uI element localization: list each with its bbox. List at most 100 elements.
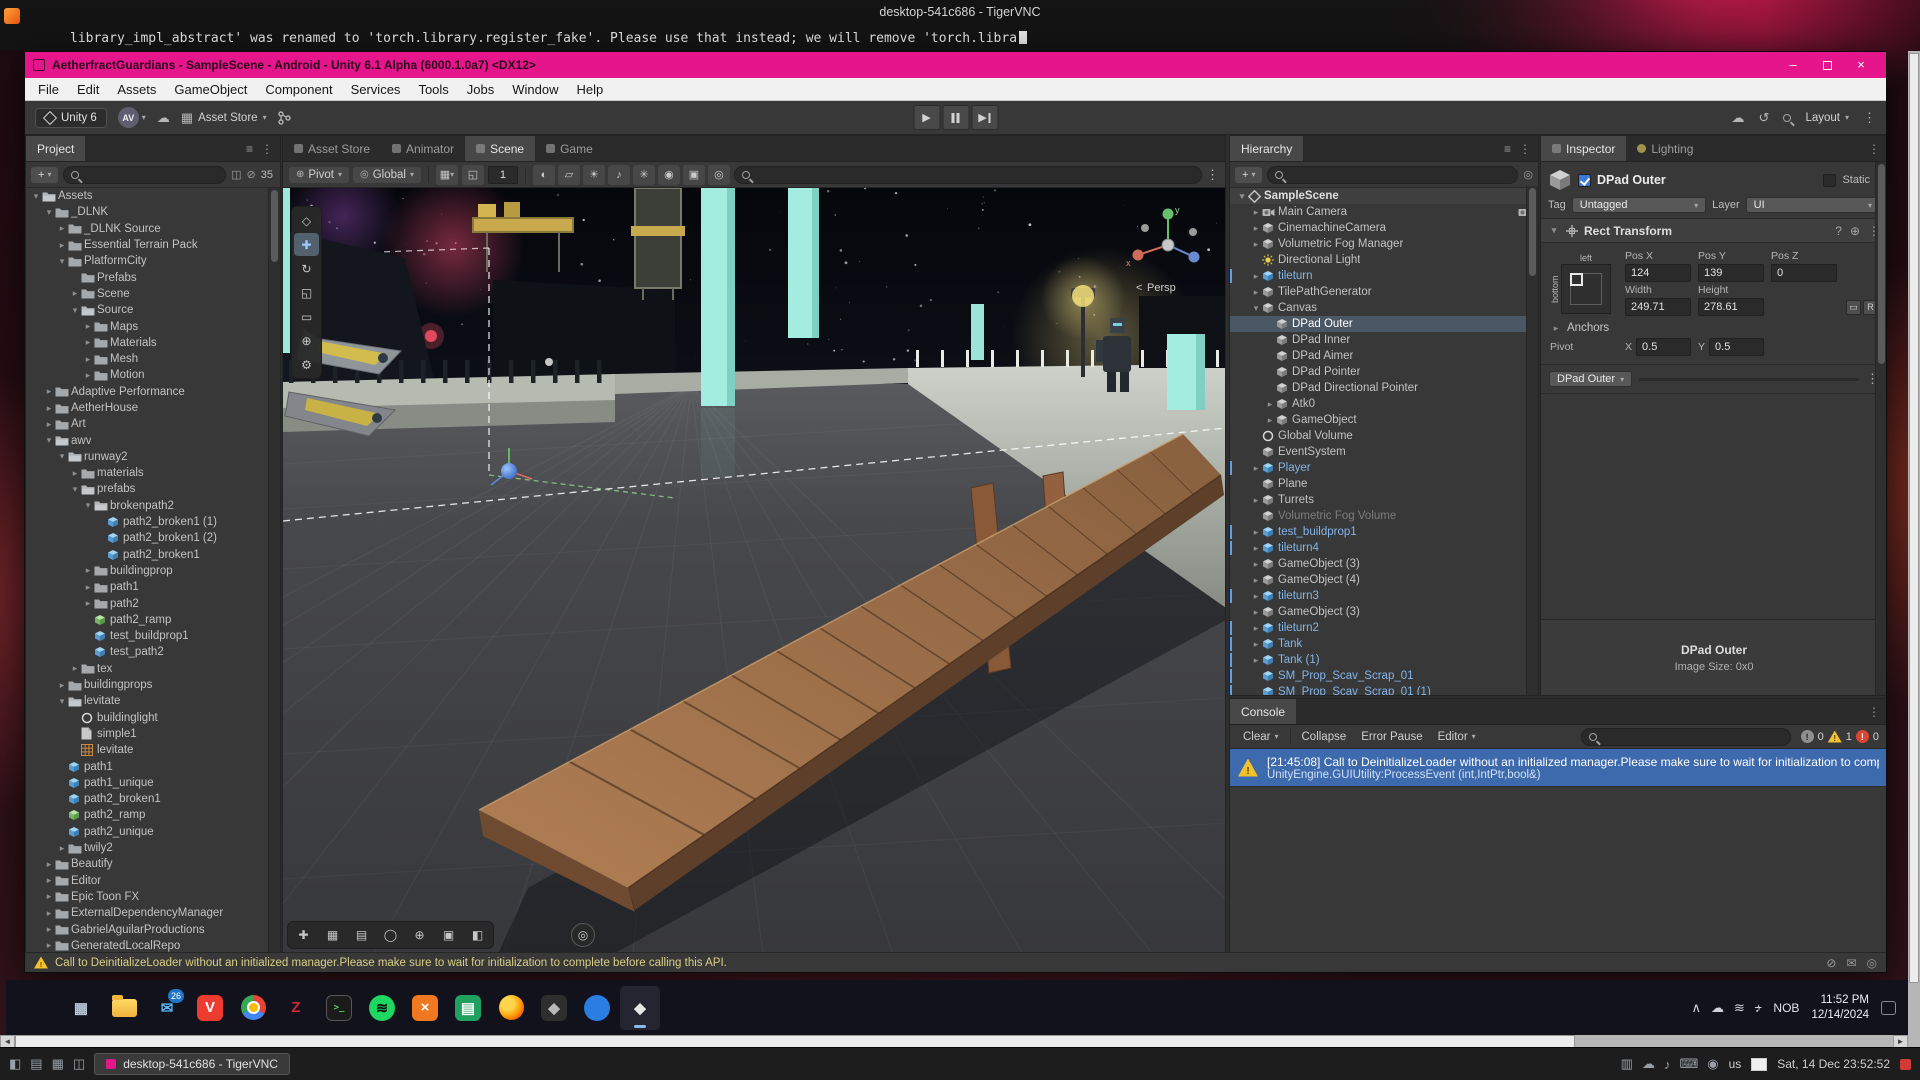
- taskbar-app-unity-hub[interactable]: ◆: [534, 986, 574, 1030]
- gizmos-icon[interactable]: ◎: [708, 165, 730, 185]
- menu-help[interactable]: Help: [568, 80, 613, 99]
- project-item-dlnk[interactable]: ▾_DLNK: [26, 204, 280, 220]
- project-item-motion[interactable]: ▸Motion: [26, 367, 280, 383]
- expand-arrow[interactable]: ▸: [1250, 623, 1262, 634]
- notification-center-icon[interactable]: [1881, 1001, 1896, 1015]
- project-item-path2-broken1[interactable]: path2_broken1: [26, 791, 280, 807]
- scrollbar-thumb[interactable]: [1909, 53, 1919, 983]
- hierarchy-item-plane[interactable]: Plane: [1230, 476, 1538, 492]
- expand-arrow[interactable]: ▸: [1250, 591, 1262, 602]
- project-item-levitate[interactable]: ▾levitate: [26, 693, 280, 709]
- keyboard-layout[interactable]: us: [1729, 1057, 1742, 1071]
- project-item-materials[interactable]: ▸materials: [26, 465, 280, 481]
- project-item-prefabs[interactable]: ▾prefabs: [26, 481, 280, 497]
- project-item-levitate[interactable]: levitate: [26, 742, 280, 758]
- hierarchy-item-volumetric-fog-volume[interactable]: Volumetric Fog Volume: [1230, 508, 1538, 524]
- move-tool[interactable]: ✚: [294, 233, 319, 256]
- network-icon[interactable]: ≋: [1734, 1000, 1745, 1016]
- workspaces-icon[interactable]: ▦: [52, 1056, 64, 1072]
- expand-arrow[interactable]: ▸: [1250, 639, 1262, 650]
- scene-viewport[interactable]: y x < Persp ◇✚↻◱▭⊕⚙ ✚▦▤◯⊕▣◧ ◎: [283, 188, 1225, 952]
- layout-overlay-tool[interactable]: ▤: [348, 924, 375, 946]
- hierarchy-item-eventsystem[interactable]: EventSystem: [1230, 444, 1538, 460]
- project-item-assets[interactable]: ▾Assets: [26, 188, 280, 204]
- object-name-field[interactable]: DPad Outer: [1597, 173, 1817, 187]
- hierarchy-item-gameobject-3[interactable]: ▸GameObject (3): [1230, 556, 1538, 572]
- expand-arrow[interactable]: ▸: [43, 859, 55, 870]
- files-icon[interactable]: ▤: [30, 1056, 42, 1072]
- project-item-test-path2[interactable]: test_path2: [26, 644, 280, 660]
- project-item-runway2[interactable]: ▾runway2: [26, 449, 280, 465]
- status-bar[interactable]: Call to DeinitializeLoader without an in…: [25, 952, 1886, 972]
- expand-arrow[interactable]: ▸: [43, 386, 55, 397]
- project-item-path2-broken1-1[interactable]: path2_broken1 (1): [26, 514, 280, 530]
- expand-arrow[interactable]: ▾: [56, 451, 68, 462]
- menu-tools[interactable]: Tools: [409, 80, 457, 99]
- project-scrollbar[interactable]: [268, 188, 280, 952]
- expand-arrow[interactable]: ▸: [1250, 527, 1262, 538]
- pos-z-field[interactable]: 0: [1771, 264, 1837, 282]
- effects-toggle-icon[interactable]: ✳: [633, 165, 655, 185]
- dpad-outer-dropdown[interactable]: DPad Outer▾: [1549, 371, 1632, 387]
- expand-arrow[interactable]: ▸: [1250, 239, 1262, 250]
- expand-arrow[interactable]: ▸: [1250, 223, 1262, 234]
- scale-tool[interactable]: ◱: [294, 281, 319, 304]
- project-item-platformcity[interactable]: ▾PlatformCity: [26, 253, 280, 269]
- project-item-essential-terrain-pack[interactable]: ▸Essential Terrain Pack: [26, 237, 280, 253]
- width-field[interactable]: 249.71: [1625, 298, 1691, 316]
- error-pause-button[interactable]: Error Pause: [1354, 729, 1429, 745]
- foldout-arrow[interactable]: ▾: [1548, 225, 1560, 236]
- project-item-gabrielaguilarproductions[interactable]: ▸GabrielAguilarProductions: [26, 921, 280, 937]
- scene-picking-icon[interactable]: ◎: [1523, 168, 1533, 181]
- tray-status-icon[interactable]: [1900, 1059, 1911, 1070]
- active-checkbox[interactable]: [1578, 174, 1591, 187]
- anchor-preset-widget[interactable]: left bottom: [1550, 253, 1618, 314]
- hierarchy-item-main-camera[interactable]: ▸Main Camera: [1230, 204, 1538, 220]
- editor-dropdown[interactable]: Editor▾: [1431, 729, 1483, 745]
- info-icon[interactable]: [1801, 730, 1814, 743]
- project-item-editor[interactable]: ▸Editor: [26, 872, 280, 888]
- expand-arrow[interactable]: ▸: [82, 337, 94, 348]
- project-search-field[interactable]: [63, 166, 226, 184]
- tab-hierarchy[interactable]: Hierarchy: [1230, 136, 1303, 161]
- move-overlay-tool[interactable]: ✚: [290, 924, 317, 946]
- menu-services[interactable]: Services: [342, 80, 410, 99]
- hierarchy-item-sm-prop-scav-scrap-01[interactable]: SM_Prop_Scav_Scrap_01: [1230, 668, 1538, 684]
- taskbar-app-blue-app[interactable]: [577, 986, 617, 1030]
- search-input[interactable]: [1288, 169, 1510, 181]
- project-item-buildingprops[interactable]: ▸buildingprops: [26, 677, 280, 693]
- inspector-scrollbar[interactable]: [1875, 162, 1886, 695]
- expand-arrow[interactable]: ▸: [1250, 655, 1262, 666]
- expand-arrow[interactable]: ▸: [82, 370, 94, 381]
- cloud-icon[interactable]: ☁: [157, 110, 170, 126]
- project-item-scene[interactable]: ▸Scene: [26, 286, 280, 302]
- overflow-menu-icon[interactable]: ⋮: [1863, 110, 1876, 126]
- tab-console[interactable]: Console: [1230, 699, 1296, 724]
- anchor-preset-box[interactable]: [1561, 264, 1611, 314]
- project-item-path2-ramp[interactable]: path2_ramp: [26, 807, 280, 823]
- play-button[interactable]: ▶: [913, 105, 940, 130]
- expand-arrow[interactable]: ▾: [1250, 303, 1262, 314]
- unity-version-badge[interactable]: Unity 6: [35, 108, 107, 128]
- minimize-button[interactable]: –: [1776, 53, 1810, 77]
- panel-menu-icon[interactable]: ⋮: [261, 142, 273, 156]
- pause-button[interactable]: [942, 105, 969, 130]
- expand-arrow[interactable]: ▸: [56, 240, 68, 251]
- scrollbar-thumb[interactable]: [271, 190, 278, 262]
- hierarchy-item-sm-prop-scav-scrap-01-1[interactable]: SM_Prop_Scav_Scrap_01 (1): [1230, 684, 1538, 695]
- taskbar-app-unity-editor[interactable]: ◆: [620, 986, 660, 1030]
- pos-x-field[interactable]: 124: [1625, 264, 1691, 282]
- pivot-y-field[interactable]: 0.5: [1709, 338, 1764, 356]
- tray-applet[interactable]: [1751, 1058, 1767, 1071]
- snap-increment-field[interactable]: [488, 166, 518, 184]
- account-button[interactable]: AV▾: [118, 107, 146, 128]
- custom-tool[interactable]: ⚙: [294, 353, 319, 376]
- audio-toggle-icon[interactable]: ♪: [608, 165, 630, 185]
- project-item-prefabs[interactable]: Prefabs: [26, 269, 280, 285]
- camera-overlay-tool[interactable]: ▣: [435, 924, 462, 946]
- apps-icon[interactable]: ◫: [73, 1056, 85, 1072]
- expand-arrow[interactable]: ▾: [56, 696, 68, 707]
- expand-arrow[interactable]: ▾: [1236, 191, 1248, 202]
- preview-pane[interactable]: DPad Outer Image Size: 0x0: [1541, 619, 1886, 695]
- package-visibility-icon[interactable]: ◫: [231, 168, 241, 181]
